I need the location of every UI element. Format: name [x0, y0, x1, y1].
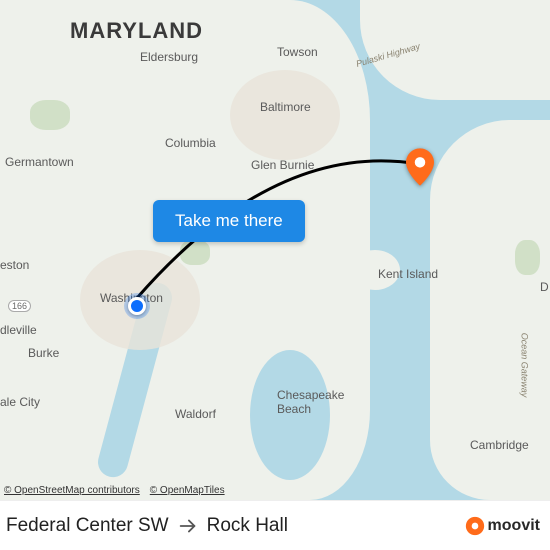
brand-logo[interactable]: moovit: [465, 516, 540, 536]
route-origin: Federal Center SW: [6, 515, 169, 537]
destination-pin[interactable]: [406, 148, 434, 176]
urban-area: [230, 70, 340, 160]
attribution: © OpenStreetMap contributors © OpenMapTi…: [4, 485, 225, 496]
city-label-d: D: [540, 280, 549, 294]
road-label-ocean: Ocean Gateway: [519, 333, 529, 398]
city-label-dale-city: ale City: [0, 395, 40, 409]
city-label-columbia: Columbia: [165, 136, 216, 150]
city-label-burke: Burke: [28, 346, 59, 360]
footer-bar: Federal Center SW Rock Hall moovit: [0, 500, 550, 550]
city-label-eston: eston: [0, 258, 29, 272]
brand-name: moovit: [488, 517, 540, 535]
city-label-eldersburg: Eldersburg: [140, 50, 198, 64]
city-label-waldorf: Waldorf: [175, 407, 216, 421]
attribution-omt-link[interactable]: © OpenMapTiles: [150, 485, 225, 496]
city-label-towson: Towson: [277, 45, 318, 59]
moovit-icon: [465, 516, 485, 536]
city-label-chesapeake-beach: Chesapeake Beach: [277, 388, 344, 416]
arrow-right-icon: [177, 515, 199, 537]
take-me-there-button[interactable]: Take me there: [153, 200, 305, 242]
city-label-germantown: Germantown: [5, 155, 74, 169]
route-shield-166: 166: [8, 300, 31, 312]
park-area: [515, 240, 540, 275]
park-area: [30, 100, 70, 130]
map-area[interactable]: MARYLAND Eldersburg Towson Baltimore Col…: [0, 0, 550, 500]
attribution-osm-link[interactable]: © OpenStreetMap contributors: [4, 485, 140, 496]
route-destination: Rock Hall: [207, 515, 288, 537]
origin-pin[interactable]: [128, 297, 146, 315]
state-label: MARYLAND: [70, 18, 203, 44]
route-text: Federal Center SW Rock Hall: [6, 515, 288, 537]
city-label-cambridge: Cambridge: [470, 438, 529, 452]
city-label-dleville: dleville: [0, 323, 37, 337]
city-label-baltimore: Baltimore: [260, 100, 311, 114]
